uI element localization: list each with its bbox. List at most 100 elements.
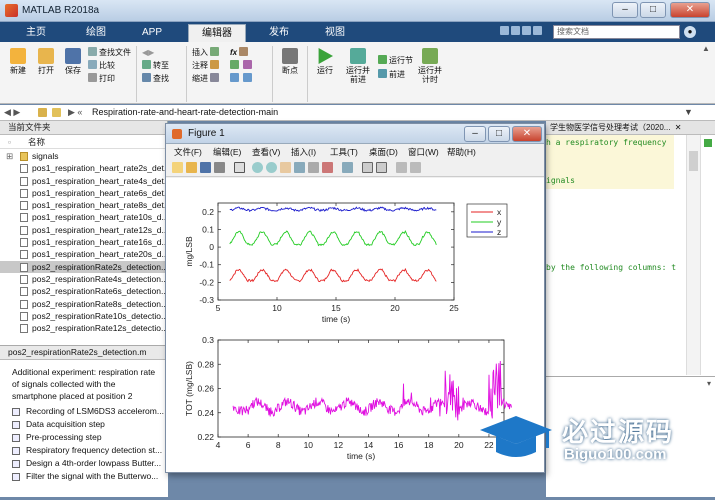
run-and-time-button[interactable]: 运行并 计时 [416,48,444,84]
print-figure-icon[interactable] [214,162,225,173]
rotate-icon[interactable] [294,162,305,173]
zoom-out-icon[interactable] [266,162,277,173]
goto-button[interactable]: 转至 [142,59,169,72]
code-line[interactable] [546,237,686,250]
expand-arrow-icon[interactable]: ⊞ [6,150,13,162]
file-row[interactable]: pos1_respiration_heart_rate4s_det... [0,175,167,187]
insert-function-icon[interactable] [239,47,249,56]
code-lines[interactable]: h a respiratory frequency ignals by the fo… [546,137,686,275]
figure-menu-item[interactable]: 帮助(H) [447,146,476,158]
figure-close-button[interactable]: ✕ [512,126,542,142]
code-line[interactable] [546,162,686,175]
bell-icon[interactable]: ● [684,26,696,38]
data-cursor-icon[interactable] [308,162,319,173]
find-files-button[interactable]: 查找文件 [88,46,131,59]
fx-button[interactable]: fx [230,48,237,57]
section-item[interactable]: Recording of LSM6DS3 accelerom... [0,405,168,418]
quick-save-icon[interactable] [500,26,509,35]
up-folder-icon[interactable] [38,108,47,117]
help-icon[interactable] [533,26,542,35]
show-plot-tools-icon[interactable] [410,162,421,173]
current-folder-path[interactable]: Respiration-rate-and-heart-rate-detectio… [92,107,278,117]
code-line[interactable] [546,225,686,238]
code-line[interactable] [546,187,686,200]
pan-icon[interactable] [280,162,291,173]
find-button[interactable]: 查找 [142,72,169,85]
advance-button[interactable]: 前进 [378,68,413,82]
collapse-ribbon-icon[interactable]: ▲ [702,44,710,53]
panel-menu-icon[interactable]: ▾ [707,379,711,388]
run-section-button[interactable]: 运行节 [378,54,413,68]
figure-menu-item[interactable]: 文件(F) [174,146,202,158]
breakpoints-button[interactable]: 断点 [277,48,303,75]
wrap-icon[interactable] [243,60,253,69]
code-line[interactable] [546,150,686,163]
save-button[interactable]: 保存 [61,48,85,75]
code-line[interactable]: h a respiratory frequency [546,137,686,150]
tab-close-icon[interactable]: ✕ [675,123,682,132]
minimize-button[interactable]: – [612,2,638,18]
editor-scrollbar[interactable] [686,135,700,375]
editor-tab[interactable]: 学生物医学信号处理考试（2020... ✕ [546,121,715,135]
file-row[interactable]: pos1_respiration_heart_rate8s_det... [0,199,167,211]
increase-indent-icon[interactable] [243,73,253,82]
open-file-icon[interactable] [186,162,197,173]
figure-menu-item[interactable]: 桌面(D) [369,146,398,158]
indent-button[interactable]: 缩进 [192,72,221,85]
figure-menu-item[interactable]: 插入(I) [291,146,316,158]
section-item[interactable]: Pre-processing step [0,431,168,444]
file-row[interactable]: pos1_respiration_heart_rate10s_d... [0,211,167,223]
decrease-indent-icon[interactable] [230,73,239,82]
figure-minimize-button[interactable]: – [464,126,486,142]
column-header-name[interactable]: ▫ 名称 [0,135,167,149]
file-row[interactable]: pos2_respirationRate2s_detection... [0,260,167,273]
search-docs-input[interactable]: 搜索文档 [553,25,680,39]
section-item[interactable]: Data acquisition step [0,418,168,431]
run-button[interactable]: 运行 [312,48,338,75]
analyzer-status-icon[interactable] [704,139,712,147]
tab-home[interactable]: 主页 [14,24,58,42]
code-line[interactable] [546,250,686,263]
insert-colorbar-icon[interactable] [362,162,373,173]
open-button[interactable]: 打开 [34,48,58,75]
insert-button[interactable]: 插入 [192,46,221,59]
figure-menu-item[interactable]: 查看(V) [252,146,280,158]
figure-maximize-button[interactable]: □ [488,126,510,142]
hide-plot-tools-icon[interactable] [396,162,407,173]
file-row[interactable]: pos1_respiration_heart_rate12s_d... [0,224,167,236]
percent-icon[interactable] [230,60,239,69]
file-row[interactable]: pos1_respiration_heart_rate2s_det... [0,162,167,174]
run-and-advance-button[interactable]: 运行并 前进 [344,48,372,84]
browse-folder-icon[interactable] [52,108,61,117]
compare-button[interactable]: 比较 [88,59,131,72]
code-line[interactable] [546,212,686,225]
close-button[interactable]: ✕ [670,2,710,18]
zoom-in-icon[interactable] [252,162,263,173]
new-figure-icon[interactable] [172,162,183,173]
scroll-thumb[interactable] [689,151,698,171]
file-row[interactable]: pos2_respirationRate12s_detectio... [0,322,167,334]
tab-apps[interactable]: APP [130,24,174,42]
brush-icon[interactable] [322,162,333,173]
print-button[interactable]: 打印 [88,72,131,85]
edit-plot-icon[interactable] [234,162,245,173]
quick-redo-icon[interactable] [522,26,531,35]
link-plot-icon[interactable] [342,162,353,173]
address-dropdown-icon[interactable]: ▼ [684,107,693,117]
tab-editor[interactable]: 编辑器 [188,24,246,42]
new-button[interactable]: 新建 [6,48,30,75]
file-row[interactable]: pos2_respirationRate10s_detectio... [0,310,167,322]
code-line[interactable] [546,200,686,213]
maximize-button[interactable]: □ [640,2,666,18]
figure-menu-item[interactable]: 窗口(W) [408,146,439,158]
insert-legend-icon[interactable] [376,162,387,173]
figure-menu-item[interactable]: 编辑(E) [213,146,241,158]
quick-undo-icon[interactable] [511,26,520,35]
figure-menu-item[interactable]: 工具(T) [330,146,358,158]
nav-arrows-icon[interactable]: ◀ ▶ [4,107,20,118]
nav-back-button[interactable]: ◀▶ [142,46,169,59]
file-row[interactable]: pos2_respirationRate6s_detection... [0,285,167,297]
file-row[interactable]: pos2_respirationRate4s_detection... [0,273,167,285]
tab-publish[interactable]: 发布 [257,24,301,42]
section-item[interactable]: Respiratory frequency detection st... [0,444,168,457]
